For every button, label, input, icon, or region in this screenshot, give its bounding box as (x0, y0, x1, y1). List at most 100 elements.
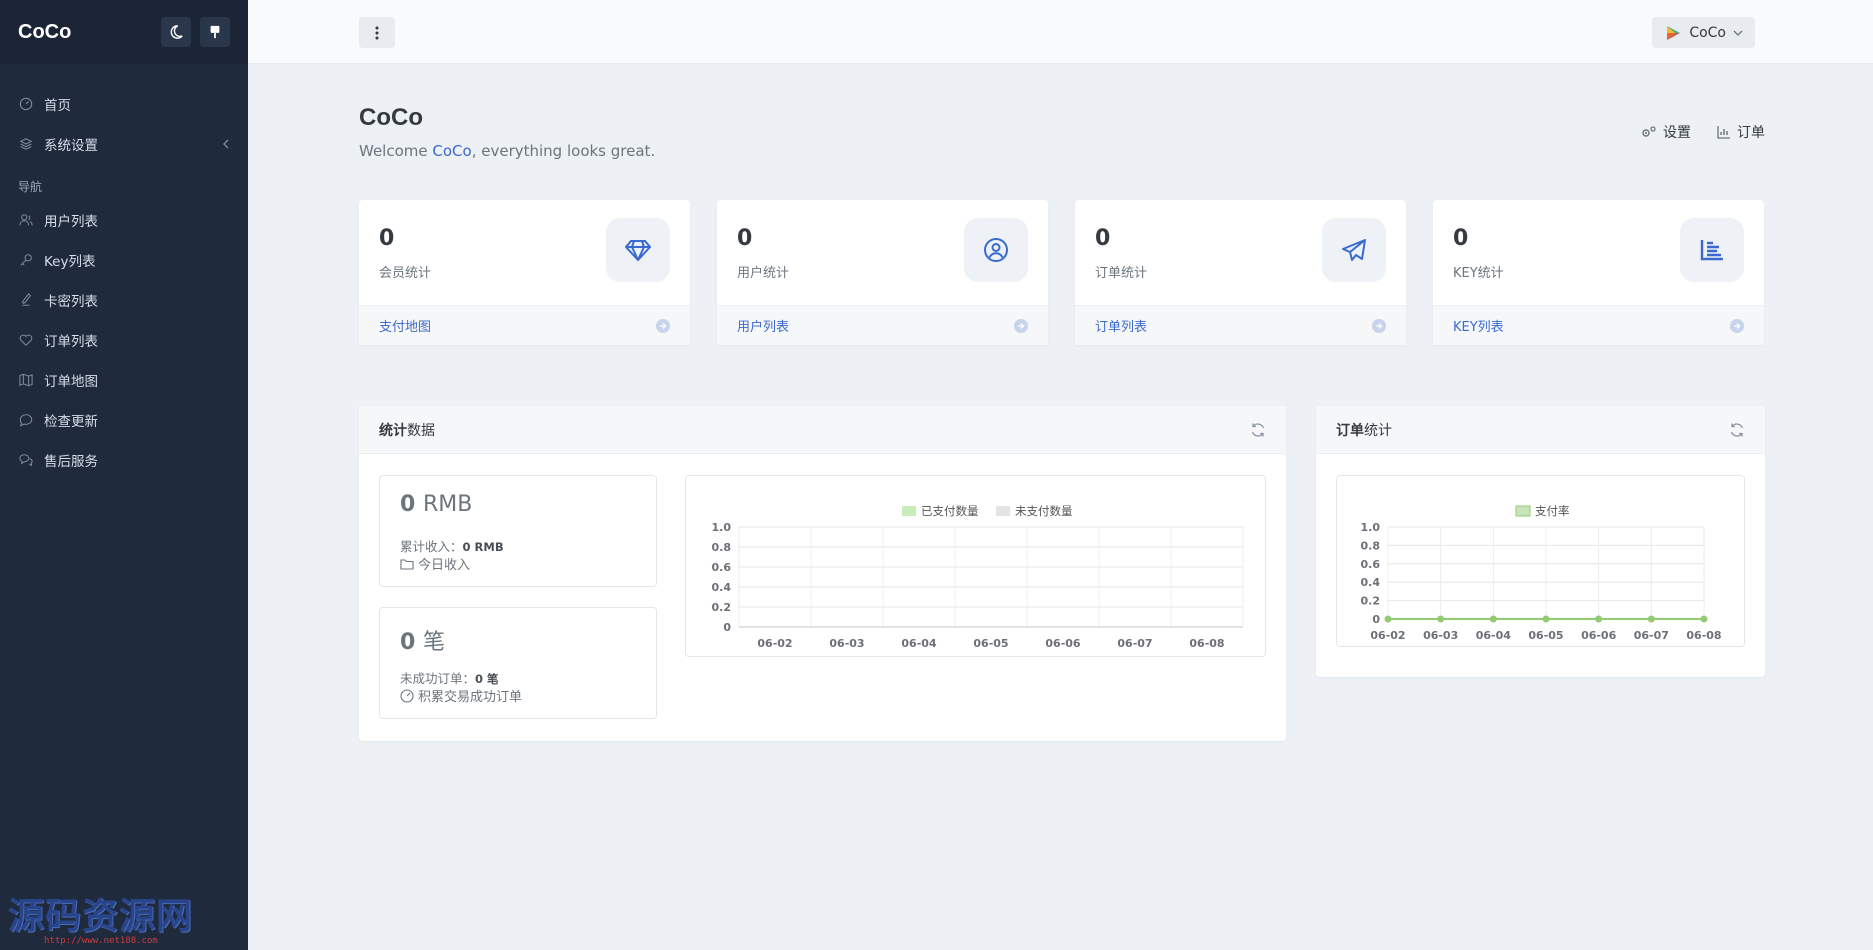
sidebar-item-label: 用户列表 (44, 214, 98, 230)
revenue-total-value: 0 RMB (462, 540, 504, 554)
dark-mode-toggle[interactable] (161, 17, 191, 47)
diamond-icon (606, 218, 670, 282)
pay-rate-line-chart: 0 0.2 0.4 0.6 0.8 1.0 06-02 06-03 06-04 06-05 06-0… (1361, 504, 1722, 642)
y-tick-label: 0.4 (1361, 576, 1381, 589)
main-content: CoCo Welcome CoCo, everything looks grea… (359, 64, 1765, 741)
folder-icon (400, 558, 414, 570)
nav-section-heading: 导航 (18, 180, 43, 194)
revenue-unit: RMB (422, 492, 473, 517)
stat-card-users: 0 用户统计 用户列表 (717, 200, 1048, 345)
stat-caption: KEY统计 (1453, 266, 1504, 281)
orders-value: 0 笔 (400, 624, 445, 656)
stat-link-orders[interactable]: 订单列表 (1075, 305, 1406, 345)
sidebar-item-after-sales[interactable]: 售后服务 (0, 440, 248, 480)
y-tick-label: 0.4 (712, 581, 732, 594)
cogs-icon (1642, 126, 1656, 137)
sidebar-item-label: 订单地图 (44, 374, 98, 390)
x-tick-label: 06-06 (1045, 637, 1081, 650)
sidebar-item-order-map[interactable]: 订单地图 (0, 360, 248, 400)
settings-label: 设置 (1663, 125, 1691, 141)
sidebar-item-users[interactable]: 用户列表 (0, 200, 248, 240)
chart-box-pay-rate: 0 0.2 0.4 0.6 0.8 1.0 06-02 06-03 06-04 06-05 06-0… (1336, 475, 1745, 647)
sidebar-item-orders[interactable]: 订单列表 (0, 320, 248, 360)
arrow-right-icon (1372, 318, 1386, 333)
data-point (1384, 615, 1392, 623)
orders-button[interactable]: 订单 (1717, 122, 1765, 142)
stat-link-users[interactable]: 用户列表 (717, 305, 1048, 345)
sidebar-item-system-settings[interactable]: 系统设置 (0, 124, 248, 164)
stat-card-keys: 0 KEY统计 KEY列表 (1433, 200, 1764, 345)
x-tick-label: 06-04 (901, 637, 937, 650)
refresh-icon (1730, 422, 1744, 437)
more-menu-button[interactable] (359, 17, 395, 48)
users-icon (18, 212, 34, 228)
revenue-total-label: 累计收入： (400, 539, 463, 554)
sidebar-item-label: 检查更新 (44, 414, 98, 430)
legend-swatch (996, 506, 1010, 516)
page-hero: CoCo Welcome CoCo, everything looks grea… (359, 64, 1765, 200)
legend-label: 未支付数量 (1015, 504, 1073, 518)
key-icon (18, 252, 34, 268)
arrow-right-icon (1730, 318, 1744, 333)
y-tick-label: 1.0 (712, 521, 732, 534)
refresh-button[interactable] (1729, 422, 1745, 438)
settings-button[interactable]: 设置 (1641, 122, 1691, 142)
orders-label: 订单 (1737, 125, 1765, 141)
welcome-text: Welcome CoCo, everything looks great. (359, 142, 655, 160)
welcome-user-link[interactable]: CoCo (432, 142, 471, 160)
x-tick-label: 06-06 (1581, 629, 1617, 642)
order-stats-panel: 订单统计 0 0.2 0.4 0.6 0.8 1.0 06-02 06-03 06-04 06-0… (1316, 406, 1765, 677)
stat-link-keys[interactable]: KEY列表 (1433, 305, 1764, 345)
refresh-button[interactable] (1250, 422, 1266, 438)
brand-logo[interactable]: CoCo (18, 21, 152, 44)
legend-swatch (1515, 505, 1531, 517)
orders-failed-label: 未成功订单： (400, 671, 476, 686)
sidebar-style-toggle[interactable] (200, 17, 230, 47)
chart-icon (1717, 126, 1730, 139)
stat-caption: 用户统计 (737, 266, 790, 281)
stat-card-orders: 0 订单统计 订单列表 (1075, 200, 1406, 345)
revenue-today: 今日收入 (400, 554, 470, 573)
sidebar-item-label: Key列表 (44, 254, 96, 270)
panel-title: 订单统计 (1336, 420, 1729, 440)
paper-plane-icon (1322, 218, 1386, 282)
stat-link-label: 订单列表 (1095, 320, 1148, 335)
orders-success: 积累交易成功订单 (400, 686, 522, 705)
orders-failed-value: 0 笔 (475, 672, 499, 686)
vertical-dots-icon (375, 26, 379, 39)
user-menu-button[interactable]: CoCo (1652, 17, 1755, 48)
x-tick-label: 06-03 (829, 637, 864, 650)
welcome-prefix: Welcome (359, 142, 433, 160)
stat-link-label: 用户列表 (737, 320, 790, 335)
stat-value: 0 (737, 226, 753, 251)
sidebar-item-label: 首页 (44, 98, 71, 114)
data-point (1647, 615, 1655, 623)
paint-brush-icon (210, 25, 220, 39)
comments-icon (18, 452, 34, 468)
sidebar-item-label: 订单列表 (44, 334, 98, 350)
sidebar-header: CoCo (0, 0, 248, 64)
avatar (1667, 25, 1681, 40)
revenue-number: 0 (400, 492, 416, 517)
x-tick-label: 06-05 (973, 637, 1008, 650)
topbar: CoCo (248, 0, 1873, 64)
revenue-total: 累计收入：0 RMB (400, 536, 504, 555)
legend-swatch (902, 506, 916, 516)
x-tick-label: 06-08 (1189, 637, 1224, 650)
legend-label: 已支付数量 (921, 504, 979, 518)
panel-title-bold: 订单 (1336, 422, 1364, 439)
data-point (1595, 615, 1603, 623)
stats-row: 0 会员统计 支付地图 0 用户统计 用户列表 0 订单统计 订单列表 0 KE… (359, 200, 1765, 345)
stat-link-pay-map[interactable]: 支付地图 (359, 305, 690, 345)
sidebar-item-check-update[interactable]: 检查更新 (0, 400, 248, 440)
sidebar-item-home[interactable]: 首页 (0, 84, 248, 124)
dashboard-icon (18, 96, 34, 112)
x-tick-label: 06-08 (1686, 629, 1721, 642)
y-tick-label: 0.6 (1361, 558, 1381, 571)
panel-title-rest: 数据 (407, 422, 435, 439)
stat-caption: 订单统计 (1095, 266, 1148, 281)
sidebar-item-label: 系统设置 (44, 138, 98, 154)
sidebar-item-keys[interactable]: Key列表 (0, 240, 248, 280)
sidebar-item-cards[interactable]: 卡密列表 (0, 280, 248, 320)
sidebar-nav: 首页 系统设置 导航 用户列表 Key列表 卡密列表 订单列表 订单地图 检查更… (0, 64, 248, 480)
